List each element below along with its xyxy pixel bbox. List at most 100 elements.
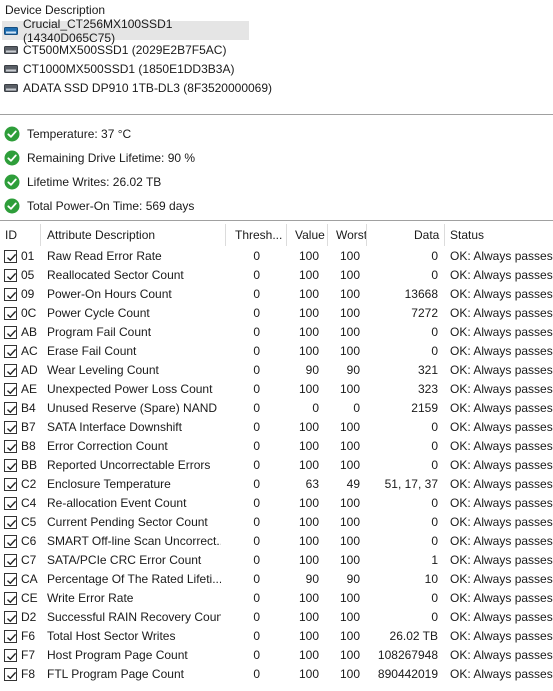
column-header-threshold[interactable]: Thresh... (235, 224, 282, 246)
cell-data: 323 (417, 382, 438, 396)
table-row[interactable]: 0C Power Cycle Count 0 100 100 7272 OK: Always… (0, 304, 553, 323)
device-item-3[interactable]: ADATA SSD DP910 1TB-DL3 (8F3520000069) (2, 78, 302, 97)
row-checkbox[interactable] (4, 592, 17, 605)
cell-worst: 100 (339, 458, 360, 472)
column-header-data[interactable]: Data (414, 224, 439, 246)
row-checkbox[interactable] (4, 516, 17, 529)
cell-id: 05 (21, 268, 35, 282)
row-checkbox[interactable] (4, 611, 17, 624)
cell-status: OK: Always passes (450, 268, 553, 282)
cell-worst: 100 (339, 306, 360, 320)
cell-thr: 0 (253, 439, 260, 453)
cell-thr: 0 (253, 363, 260, 377)
checkmark-icon (7, 367, 17, 376)
cell-data: 10 (424, 572, 438, 586)
row-checkbox[interactable] (4, 478, 17, 491)
table-row[interactable]: 01 Raw Read Error Rate 0 100 100 0 OK: Always … (0, 247, 553, 266)
table-row[interactable]: B8 Error Correction Count 0 100 100 0 OK: Alwa… (0, 437, 553, 456)
column-header-value[interactable]: Value (295, 224, 325, 246)
table-row[interactable]: B7 SATA Interface Downshift 0 100 100 0 OK: Al… (0, 418, 553, 437)
cell-attr: Reallocated Sector Count (47, 268, 184, 282)
cell-thr: 0 (253, 401, 260, 415)
device-item-0[interactable]: Crucial_CT256MX100SSD1 (14340D065C75) (2, 17, 249, 45)
table-row[interactable]: C5 Current Pending Sector Count 0 100 100 0 OK… (0, 513, 553, 532)
cell-data: 0 (431, 458, 438, 472)
table-row[interactable]: C2 Enclosure Temperature 0 63 49 51, 17, 37 OK… (0, 475, 553, 494)
table-row[interactable]: AE Unexpected Power Loss Count 0 100 100 323 O… (0, 380, 553, 399)
cell-attr: Error Correction Count (47, 439, 168, 453)
device-item-2[interactable]: CT1000MX500SSD1 (1850E1DD3B3A) (2, 59, 302, 78)
cell-id: B7 (21, 420, 36, 434)
column-divider[interactable] (225, 224, 226, 246)
row-checkbox[interactable] (4, 421, 17, 434)
table-row[interactable]: CE Write Error Rate 0 100 100 0 OK: Always pas… (0, 589, 553, 608)
device-list[interactable]: Crucial_CT256MX100SSD1 (14340D065C75) CT… (2, 17, 302, 97)
cell-status: OK: Always passes (450, 572, 553, 586)
cell-data: 0 (431, 610, 438, 624)
table-header: ID Attribute Description Thresh... Value… (0, 224, 553, 246)
device-label: Crucial_CT256MX100SSD1 (14340D065C75) (23, 16, 173, 45)
row-checkbox[interactable] (4, 250, 17, 263)
drive-icon (4, 64, 18, 74)
row-checkbox[interactable] (4, 307, 17, 320)
row-checkbox[interactable] (4, 497, 17, 510)
row-checkbox[interactable] (4, 269, 17, 282)
table-row[interactable]: 05 Reallocated Sector Count 0 100 100 0 OK: Al… (0, 266, 553, 285)
table-row[interactable]: 09 Power-On Hours Count 0 100 100 13668 OK: Al… (0, 285, 553, 304)
column-header-id[interactable]: ID (5, 224, 17, 246)
table-row[interactable]: AD Wear Leveling Count 0 90 90 321 OK: Always … (0, 361, 553, 380)
table-row[interactable]: BB Reported Uncorrectable Errors 0 100 100 0 O… (0, 456, 553, 475)
smart-attribute-table[interactable]: ID Attribute Description Thresh... Value… (0, 224, 553, 681)
table-row[interactable]: F8 FTL Program Page Count 0 100 100 890442019… (0, 665, 553, 684)
row-checkbox[interactable] (4, 383, 17, 396)
cell-attr: SMART Off-line Scan Uncorrect... (47, 534, 221, 548)
column-header-worst[interactable]: Worst (336, 224, 367, 246)
cell-attr: Total Host Sector Writes (47, 629, 176, 643)
column-divider[interactable] (444, 224, 445, 246)
table-row[interactable]: D2 Successful RAIN Recovery Count 0 100 100 0… (0, 608, 553, 627)
table-row[interactable]: CA Percentage Of The Rated Lifeti... 0 90 90… (0, 570, 553, 589)
summary-row-temperature: Temperature: 37 °C (4, 122, 195, 146)
cell-data: 108267948 (377, 648, 438, 662)
row-checkbox[interactable] (4, 459, 17, 472)
column-header-status[interactable]: Status (450, 224, 484, 246)
row-checkbox[interactable] (4, 402, 17, 415)
table-row[interactable]: C7 SATA/PCIe CRC Error Count 0 100 100 1 OK: A… (0, 551, 553, 570)
table-row[interactable]: AB Program Fail Count 0 100 100 0 OK: Always p… (0, 323, 553, 342)
checkmark-icon (7, 652, 17, 661)
table-row[interactable]: F7 Host Program Page Count 0 100 100 10826794… (0, 646, 553, 665)
cell-val: 100 (298, 496, 319, 510)
row-checkbox[interactable] (4, 326, 17, 339)
row-checkbox[interactable] (4, 668, 17, 681)
cell-data: 890442019 (377, 667, 438, 681)
row-checkbox[interactable] (4, 573, 17, 586)
cell-id: C5 (21, 515, 37, 529)
cell-id: AC (21, 344, 38, 358)
cell-data: 51, 17, 37 (384, 477, 438, 491)
table-row[interactable]: F6 Total Host Sector Writes 0 100 100 26.02 T… (0, 627, 553, 646)
column-divider[interactable] (40, 224, 41, 246)
cell-worst: 100 (339, 249, 360, 263)
smart-window: Device Description Crucial_CT256MX100SSD… (0, 0, 553, 691)
row-checkbox[interactable] (4, 554, 17, 567)
cell-val: 100 (298, 325, 319, 339)
row-checkbox[interactable] (4, 649, 17, 662)
table-row[interactable]: AC Erase Fail Count 0 100 100 0 OK: Always pas… (0, 342, 553, 361)
table-row[interactable]: C4 Re-allocation Event Count 0 100 100 0 OK: A… (0, 494, 553, 513)
table-row[interactable]: C6 SMART Off-line Scan Uncorrect... 0 100 10… (0, 532, 553, 551)
cell-val: 100 (298, 591, 319, 605)
row-checkbox[interactable] (4, 364, 17, 377)
row-checkbox[interactable] (4, 630, 17, 643)
row-checkbox[interactable] (4, 440, 17, 453)
cell-status: OK: Always passes (450, 648, 553, 662)
row-checkbox[interactable] (4, 535, 17, 548)
column-divider[interactable] (286, 224, 287, 246)
row-checkbox[interactable] (4, 345, 17, 358)
column-divider[interactable] (327, 224, 328, 246)
device-item-1[interactable]: CT500MX500SSD1 (2029E2B7F5AC) (2, 40, 302, 59)
row-checkbox[interactable] (4, 288, 17, 301)
column-divider[interactable] (366, 224, 367, 246)
column-header-attribute[interactable]: Attribute Description (47, 224, 155, 246)
table-row[interactable]: B4 Unused Reserve (Spare) NAND ... 0 0 0 2159… (0, 399, 553, 418)
summary-text: Lifetime Writes: 26.02 TB (27, 175, 162, 189)
